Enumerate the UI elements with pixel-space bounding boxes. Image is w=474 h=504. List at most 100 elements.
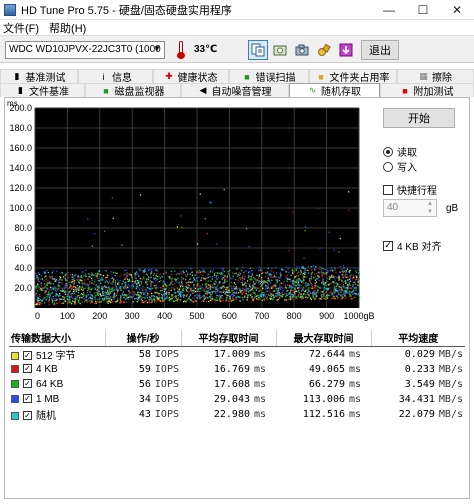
quick-stroke-checkbox[interactable] [383, 184, 393, 195]
data-point [49, 276, 51, 279]
data-point [219, 281, 221, 283]
tab-health[interactable]: ✚ 健康状态 [153, 69, 229, 84]
tab-folder-usage[interactable]: ■ 文件夹占用率 [309, 69, 397, 84]
copy-text-icon[interactable] [248, 40, 268, 60]
menu-help[interactable]: 帮助(H) [49, 20, 86, 36]
data-point [107, 288, 109, 290]
data-point [244, 294, 246, 297]
data-point [344, 292, 347, 294]
data-point [235, 288, 238, 290]
data-point [319, 287, 321, 289]
start-button[interactable]: 开始 [383, 108, 455, 128]
tab-erase[interactable]: ▦ 擦除 [397, 69, 474, 84]
data-point [205, 292, 207, 295]
series-checkbox[interactable]: ✓ [23, 364, 32, 374]
data-point [296, 275, 298, 277]
data-point [128, 278, 131, 281]
data-point [275, 295, 277, 297]
data-point [128, 293, 130, 295]
write-option[interactable]: 写入 [383, 159, 417, 174]
data-point [324, 297, 327, 299]
minimize-button[interactable]: — [372, 0, 406, 20]
data-point [112, 300, 114, 303]
save-icon[interactable] [336, 40, 356, 60]
data-point [328, 277, 331, 280]
data-point [324, 268, 326, 271]
spin-down-icon[interactable]: ▼ [427, 209, 433, 215]
data-point [340, 297, 342, 300]
data-point [270, 270, 272, 272]
series-checkbox[interactable]: ✓ [23, 394, 32, 404]
menu-file[interactable]: 文件(F) [3, 20, 39, 36]
data-point [50, 292, 52, 294]
exit-button[interactable]: 退出 [361, 40, 399, 60]
tab-random-access[interactable]: ∿ 随机存取 [289, 83, 380, 98]
data-point [292, 283, 294, 285]
data-point [265, 284, 267, 286]
data-point [140, 283, 143, 285]
data-point [257, 287, 259, 290]
camera-icon[interactable] [292, 40, 312, 60]
data-point [234, 283, 236, 286]
data-point [120, 301, 122, 303]
data-point [318, 279, 320, 282]
data-point [76, 288, 78, 290]
data-point [69, 290, 71, 292]
data-point [121, 244, 123, 246]
tab-benchmark[interactable]: ▮ 基准测试 [0, 69, 78, 84]
data-point [252, 290, 254, 292]
close-button[interactable]: ✕ [440, 0, 474, 20]
tab-row-1: ▮ 基准测试 i 信息 ✚ 健康状态 ■ 错误扫描 ■ 文件夹占用率 ▦ 擦除 [0, 69, 474, 84]
x-tick-label: 900 [319, 311, 334, 321]
data-point [213, 274, 215, 276]
data-point [99, 298, 101, 300]
align-4kb-option[interactable]: ✓ 4 KB 对齐 [383, 238, 441, 253]
data-point [61, 272, 63, 274]
data-point [112, 271, 115, 273]
data-point [95, 276, 97, 278]
series-checkbox[interactable]: ✓ [23, 351, 32, 361]
read-radio[interactable] [383, 146, 393, 157]
data-point [67, 294, 69, 296]
series-checkbox[interactable]: ✓ [23, 411, 32, 421]
data-point [113, 292, 116, 294]
screenshot-icon[interactable] [270, 40, 290, 60]
data-point [185, 301, 187, 303]
tab-extra-tests[interactable]: ■ 附加测试 [380, 83, 474, 98]
quick-stroke-spinner[interactable]: ▲ ▼ [424, 200, 436, 216]
tab-disk-monitor[interactable]: ■ 磁盘监视器 [85, 83, 181, 98]
data-point [357, 278, 359, 280]
data-point [70, 295, 72, 297]
tab-file-benchmark[interactable]: ▮ 文件基准 [0, 83, 85, 98]
series-checkbox[interactable]: ✓ [23, 379, 32, 389]
data-point [330, 267, 332, 269]
row-label-cell: ✓ 随机 [9, 407, 105, 422]
data-point [171, 280, 173, 283]
data-point [101, 287, 103, 290]
write-radio[interactable] [383, 161, 393, 172]
data-point [52, 288, 55, 290]
data-point [278, 280, 281, 282]
quick-stroke-option[interactable]: 快捷行程 [383, 182, 437, 197]
data-point [97, 286, 99, 288]
data-point [288, 286, 291, 288]
align-4kb-checkbox[interactable]: ✓ [383, 240, 393, 251]
avg-speed-unit: MB/s [438, 378, 463, 390]
read-option[interactable]: 读取 [383, 144, 417, 159]
data-point [128, 274, 131, 276]
tab-aam[interactable]: ◀ 自动噪音管理 [181, 83, 289, 98]
data-point [142, 270, 144, 272]
spin-up-icon[interactable]: ▲ [427, 201, 433, 207]
maximize-button[interactable]: ☐ [406, 0, 440, 20]
data-point [240, 269, 243, 272]
data-point [219, 282, 221, 285]
data-point [174, 295, 176, 297]
data-point [199, 297, 201, 300]
data-point [78, 288, 80, 290]
drive-select[interactable]: WDC WD10JPVX-22JC3T0 (1000 gB) ▼ [5, 41, 165, 59]
data-point [199, 288, 201, 290]
tab-error-scan[interactable]: ■ 错误扫描 [229, 69, 309, 84]
options-icon[interactable] [314, 40, 334, 60]
data-point [135, 273, 138, 275]
tab-info[interactable]: i 信息 [78, 69, 153, 84]
